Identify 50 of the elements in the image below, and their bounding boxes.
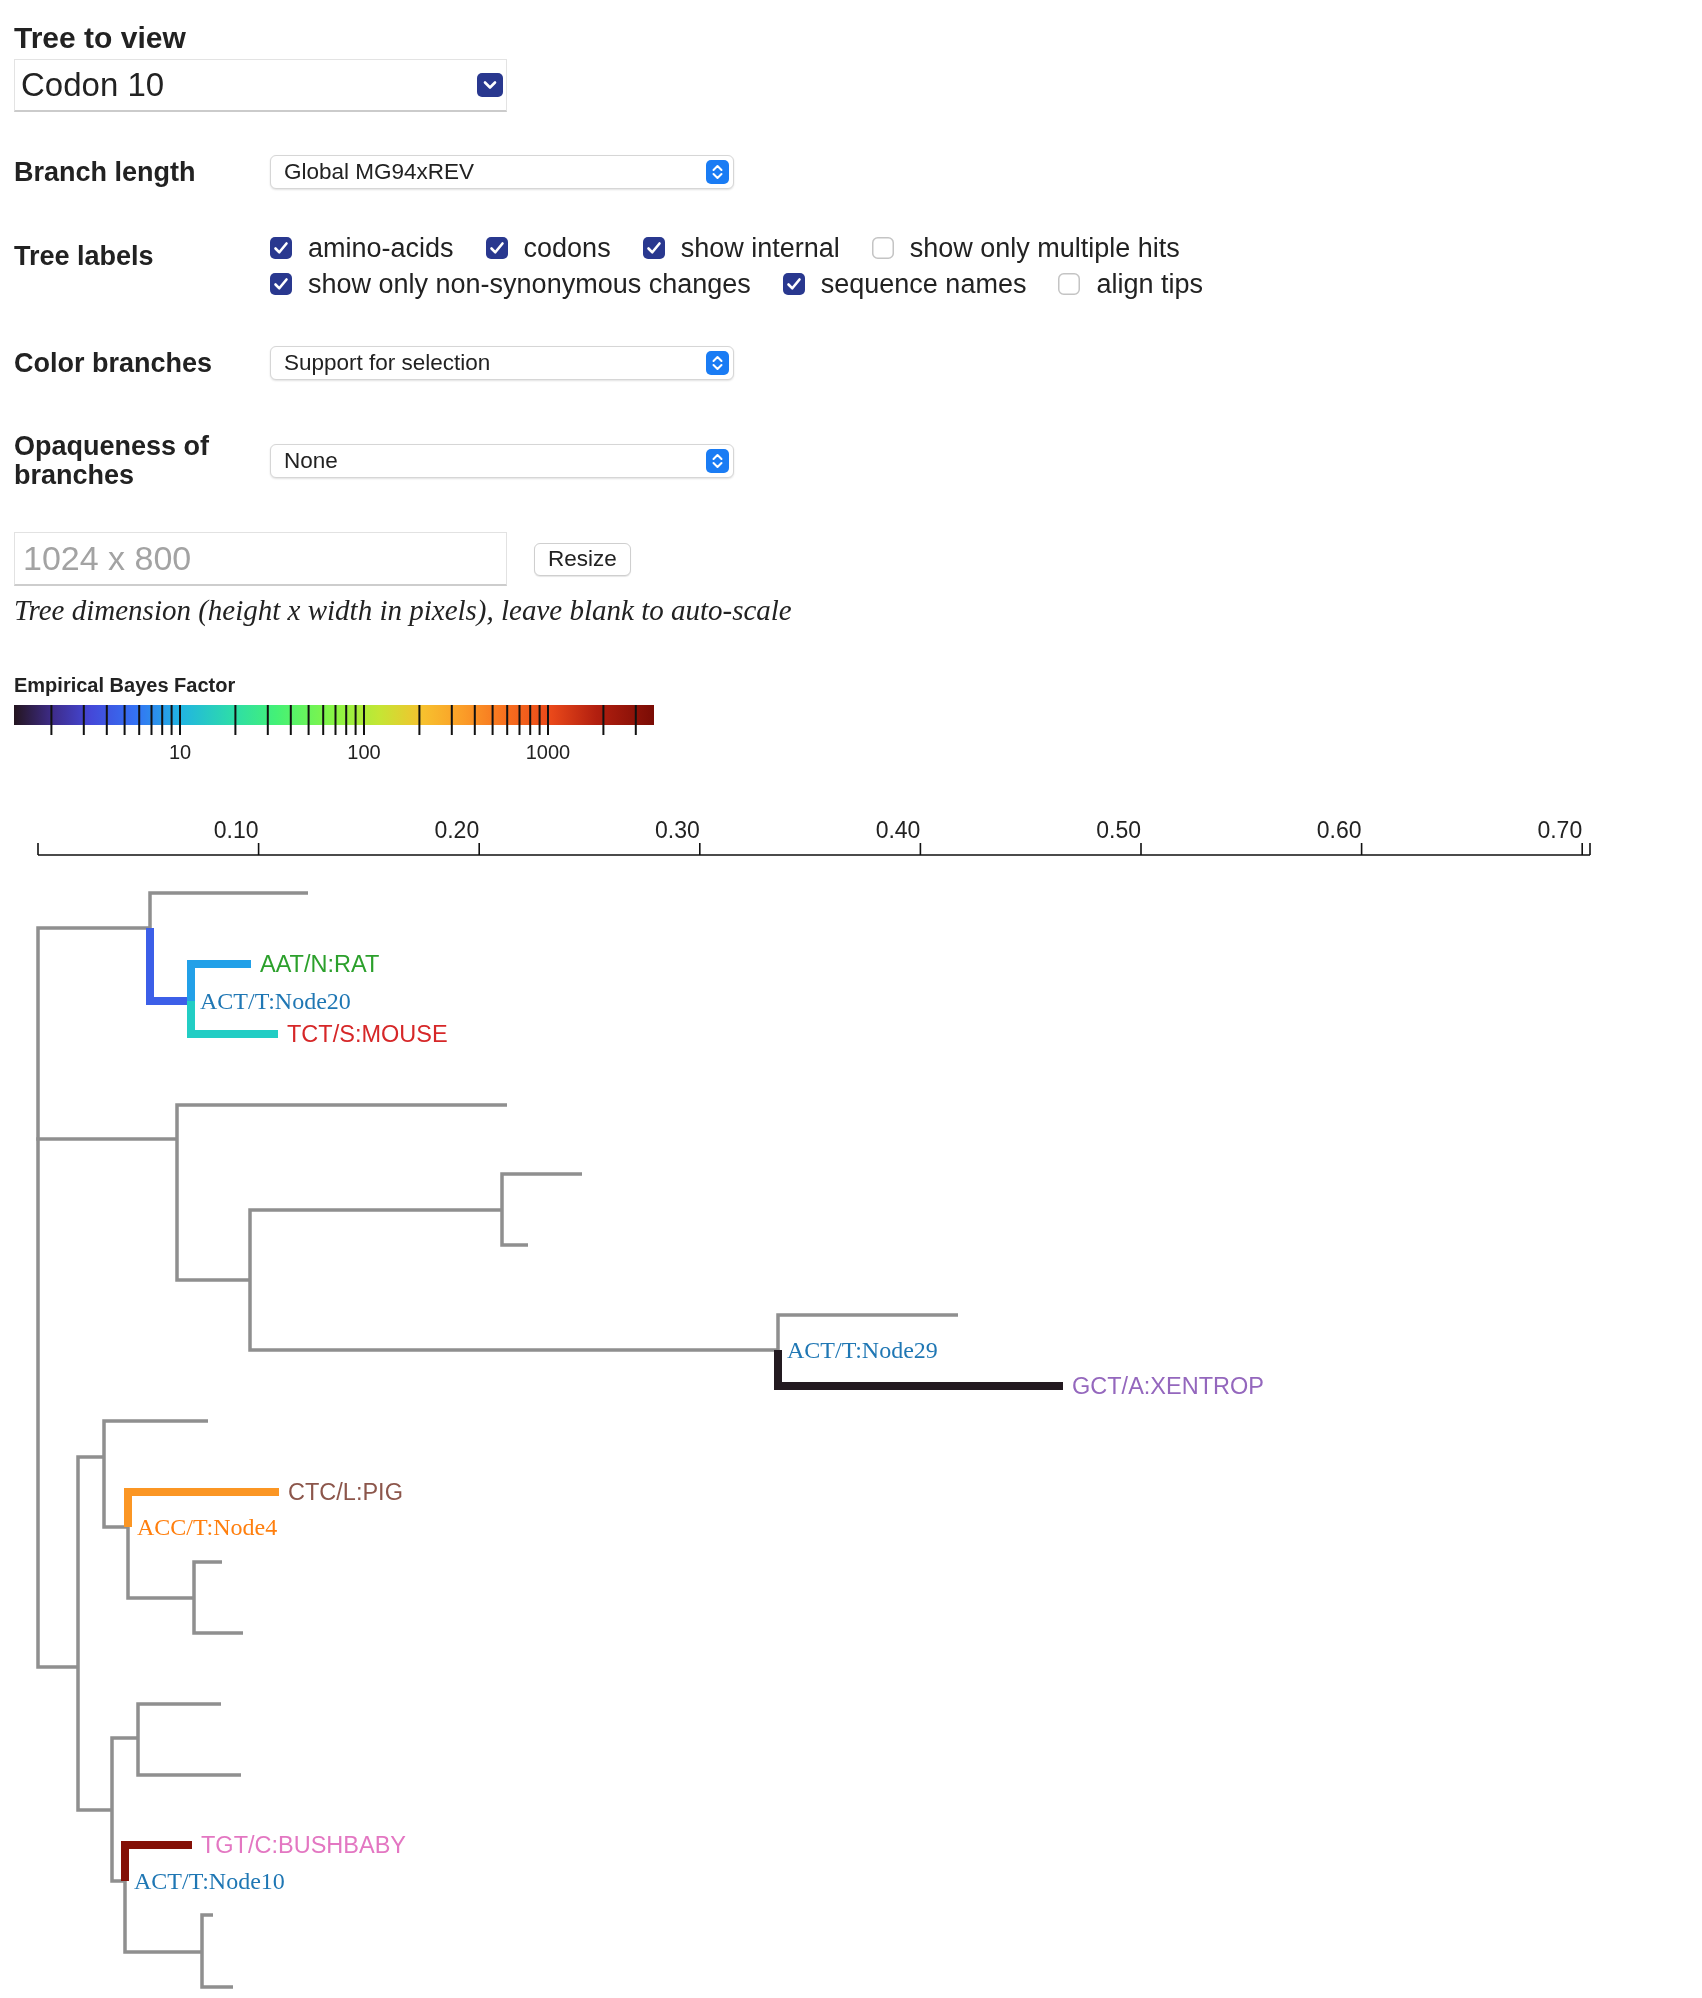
checkbox[interactable] bbox=[270, 273, 292, 295]
size-input[interactable]: 1024 x 800 bbox=[14, 532, 507, 586]
checkbox[interactable] bbox=[871, 237, 894, 259]
axis-tick-label: 0.30 bbox=[655, 817, 700, 843]
checkbox-label: show only non-synonymous changes bbox=[308, 268, 751, 301]
leaf-label: TGT/C:BUSHBABY bbox=[201, 1832, 406, 1858]
axis-tick-label: 0.20 bbox=[434, 817, 480, 843]
field-label: Tree labels bbox=[14, 240, 155, 273]
checkbox-label: codons bbox=[523, 232, 611, 265]
leaf-label: TCT/S:MOUSE bbox=[287, 1021, 448, 1047]
chevron-down-icon bbox=[477, 73, 503, 97]
checkbox[interactable] bbox=[642, 237, 665, 259]
scale-tick-label: 100 bbox=[347, 741, 381, 763]
checkbox-label: align tips bbox=[1096, 268, 1203, 301]
checkbox-label: sequence names bbox=[820, 268, 1027, 301]
field-label: Color branches bbox=[14, 348, 214, 378]
field-label: Tree to view bbox=[14, 20, 186, 56]
dropdown[interactable]: None bbox=[270, 444, 734, 478]
node-label: ACC/T:Node4 bbox=[137, 1514, 278, 1540]
checkbox[interactable] bbox=[270, 237, 292, 259]
up-down-chevron-icon bbox=[706, 449, 729, 473]
node-label: ACT/T:Node29 bbox=[787, 1337, 938, 1363]
up-down-chevron-icon bbox=[706, 351, 729, 375]
leaf-label: AAT/N:RAT bbox=[260, 951, 380, 977]
hint-text: Tree dimension (height x width in pixels), leave blank to auto-scale bbox=[14, 593, 792, 627]
scale-tick-label: 1000 bbox=[525, 741, 571, 763]
axis-tick-label: 0.10 bbox=[213, 817, 259, 843]
axis-tick-label: 0.70 bbox=[1537, 817, 1583, 843]
dropdown[interactable]: Codon 10 bbox=[14, 59, 507, 112]
dropdown[interactable]: Support for selection bbox=[270, 346, 734, 380]
checkbox-label: show internal bbox=[680, 232, 840, 265]
legend-title: Empirical Bayes Factor bbox=[14, 673, 236, 697]
checkbox[interactable] bbox=[782, 273, 805, 295]
axis-tick-label: 0.40 bbox=[875, 817, 921, 843]
node-label: ACT/T:Node20 bbox=[200, 988, 351, 1014]
scale-tick-label: 10 bbox=[168, 741, 192, 763]
node-label: ACT/T:Node10 bbox=[134, 1868, 285, 1894]
dropdown[interactable]: Global MG94xREV bbox=[270, 155, 734, 189]
field-label: Opaqueness of branches bbox=[14, 432, 211, 490]
resize-button[interactable]: Resize bbox=[534, 542, 631, 576]
checkbox[interactable] bbox=[485, 237, 508, 259]
leaf-label: GCT/A:XENTROP bbox=[1072, 1373, 1264, 1399]
leaf-label: CTC/L:PIG bbox=[288, 1479, 403, 1505]
checkbox-label: amino-acids bbox=[308, 232, 454, 265]
axis-tick-label: 0.60 bbox=[1316, 817, 1362, 843]
field-label: Branch length bbox=[14, 157, 197, 187]
checkbox[interactable] bbox=[1058, 273, 1081, 295]
checkbox-label: show only multiple hits bbox=[909, 232, 1180, 265]
axis-tick-label: 0.50 bbox=[1096, 817, 1141, 843]
up-down-chevron-icon bbox=[706, 160, 729, 184]
